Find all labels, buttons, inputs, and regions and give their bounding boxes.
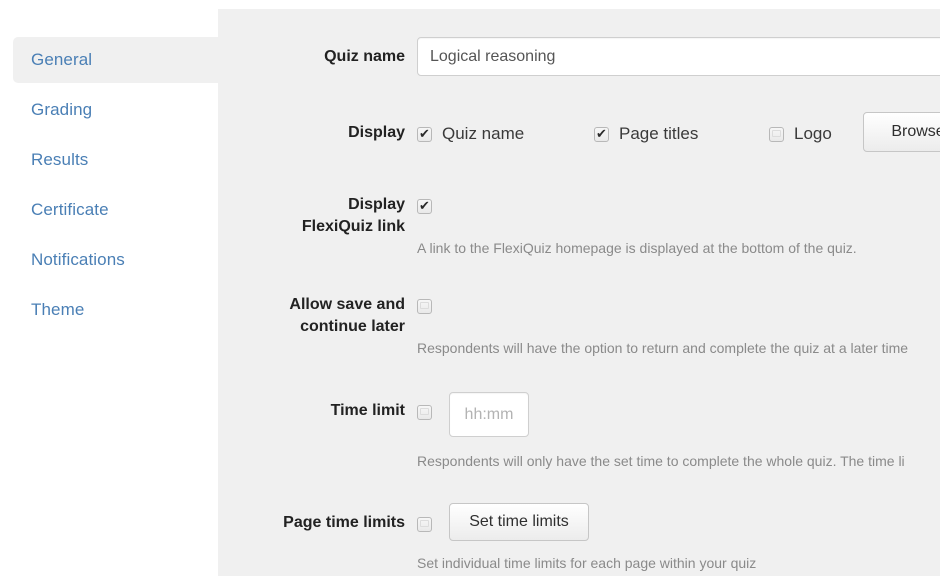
save-continue-label: Allow save and continue later: [218, 294, 405, 338]
sidebar-item-label: Theme: [31, 300, 85, 319]
save-continue-label-line2: continue later: [300, 318, 405, 335]
quiz-name-label: Quiz name: [324, 48, 405, 65]
sidebar-item-label: Notifications: [31, 250, 125, 269]
display-page-titles-option[interactable]: Page titles: [594, 124, 698, 144]
quiz-name-input[interactable]: [417, 37, 940, 76]
checkbox-save-continue[interactable]: [417, 299, 432, 315]
time-limit-input[interactable]: [449, 392, 529, 437]
checkbox-time-limit[interactable]: [417, 405, 432, 421]
time-limit-label: Time limit: [330, 402, 405, 419]
sidebar-item-label: Grading: [31, 100, 93, 119]
time-limit-hint: Respondents will only have the set time …: [417, 453, 905, 469]
checkbox-flexiquiz-link[interactable]: [417, 196, 432, 215]
browse-button[interactable]: Browse: [863, 112, 940, 152]
sidebar-item-notifications[interactable]: Notifications: [13, 237, 218, 283]
checkbox-logo-label: Logo: [794, 124, 832, 143]
display-quiz-name-option[interactable]: Quiz name: [417, 124, 524, 144]
row-time-limit: Time limit Respondents will only have th…: [218, 392, 940, 469]
flexiquiz-link-label-line1: Display: [348, 196, 405, 213]
sidebar-item-label: Certificate: [31, 200, 109, 219]
checkbox-quiz-name-label: Quiz name: [442, 124, 525, 143]
row-page-time-limits: Page time limits Set time limits Set ind…: [218, 503, 940, 571]
settings-sidebar: General Grading Results Certificate Noti…: [0, 0, 218, 576]
set-time-limits-button[interactable]: Set time limits: [449, 503, 589, 541]
flexiquiz-link-label-line2: FlexiQuiz link: [301, 218, 405, 235]
sidebar-item-certificate[interactable]: Certificate: [13, 187, 218, 233]
sidebar-item-label: General: [31, 50, 93, 69]
settings-page: General Grading Results Certificate Noti…: [0, 0, 940, 576]
checkbox-logo[interactable]: [769, 126, 784, 142]
sidebar-item-label: Results: [31, 150, 89, 169]
checkbox-page-titles[interactable]: [594, 124, 609, 143]
save-continue-hint: Respondents will have the option to retu…: [417, 340, 909, 356]
checkbox-page-titles-label: Page titles: [619, 124, 699, 143]
sidebar-item-grading[interactable]: Grading: [13, 87, 218, 133]
settings-panel: Quiz name Display Quiz name Page titles …: [218, 9, 940, 576]
sidebar-item-general[interactable]: General: [13, 37, 218, 83]
flexiquiz-link-label: Display FlexiQuiz link: [218, 194, 405, 238]
flexiquiz-link-hint: A link to the FlexiQuiz homepage is disp…: [417, 240, 857, 256]
display-logo-option[interactable]: Logo: [769, 124, 832, 144]
row-flexiquiz-link: Display FlexiQuiz link A link to the Fle…: [218, 194, 940, 256]
checkbox-quiz-name[interactable]: [417, 124, 432, 143]
page-time-limits-label: Page time limits: [283, 514, 405, 531]
row-save-continue: Allow save and continue later Respondent…: [218, 294, 940, 356]
checkbox-page-time-limits[interactable]: [417, 517, 432, 533]
save-continue-label-line1: Allow save and: [289, 296, 405, 313]
display-label: Display: [348, 124, 405, 141]
page-time-limits-hint: Set individual time limits for each page…: [417, 555, 757, 571]
sidebar-item-theme[interactable]: Theme: [13, 287, 218, 333]
sidebar-item-results[interactable]: Results: [13, 137, 218, 183]
